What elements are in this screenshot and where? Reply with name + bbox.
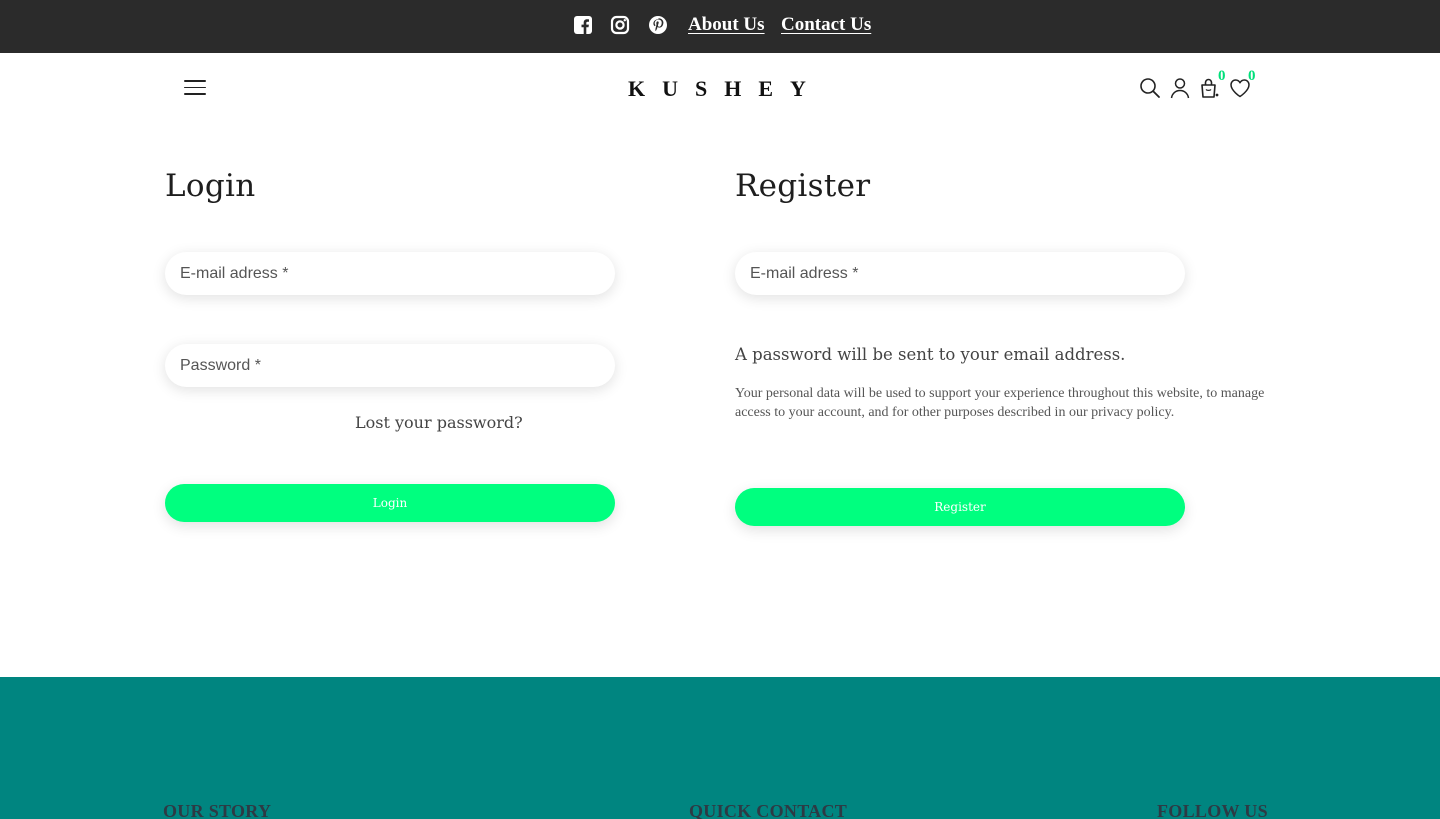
contact-us-link[interactable]: Contact Us <box>781 14 871 36</box>
footer-heading-our-story: OUR STORY <box>163 801 272 819</box>
facebook-square-icon[interactable] <box>573 14 593 36</box>
wishlist-count-badge: 0 <box>1248 68 1256 84</box>
instagram-icon[interactable] <box>610 14 630 36</box>
search-icon[interactable] <box>1138 76 1162 100</box>
about-us-link[interactable]: About Us <box>688 14 765 36</box>
menu-line <box>184 86 206 89</box>
login-email-input[interactable] <box>165 252 615 295</box>
site-logo[interactable]: KUSHEY <box>596 76 838 102</box>
privacy-notice: Your personal data will be used to suppo… <box>735 384 1275 422</box>
privacy-text: Your personal data will be used to suppo… <box>735 386 1265 420</box>
register-button[interactable]: Register <box>735 488 1185 526</box>
cart-count-badge: 0 <box>1218 68 1226 84</box>
footer-heading-follow-us: FOLLOW US <box>1157 801 1268 819</box>
login-title: Login <box>165 168 256 204</box>
lost-password-link[interactable]: Lost your password? <box>355 413 523 432</box>
menu-line <box>184 80 206 82</box>
register-title: Register <box>735 168 871 204</box>
password-note: A password will be sent to your email ad… <box>735 345 1126 364</box>
privacy-policy-link[interactable]: privacy policy <box>1091 405 1171 420</box>
login-password-input[interactable] <box>165 344 615 387</box>
login-button[interactable]: Login <box>165 484 615 522</box>
footer: OUR STORY QUICK CONTACT FOLLOW US <box>0 677 1440 819</box>
menu-line <box>184 93 206 95</box>
menu-icon[interactable] <box>184 80 206 95</box>
pinterest-icon[interactable] <box>648 14 668 36</box>
register-email-input[interactable] <box>735 252 1185 295</box>
user-icon[interactable] <box>1168 76 1192 100</box>
top-bar: About Us Contact Us <box>0 0 1440 53</box>
privacy-end: . <box>1170 405 1175 420</box>
footer-heading-quick-contact: QUICK CONTACT <box>689 801 848 819</box>
